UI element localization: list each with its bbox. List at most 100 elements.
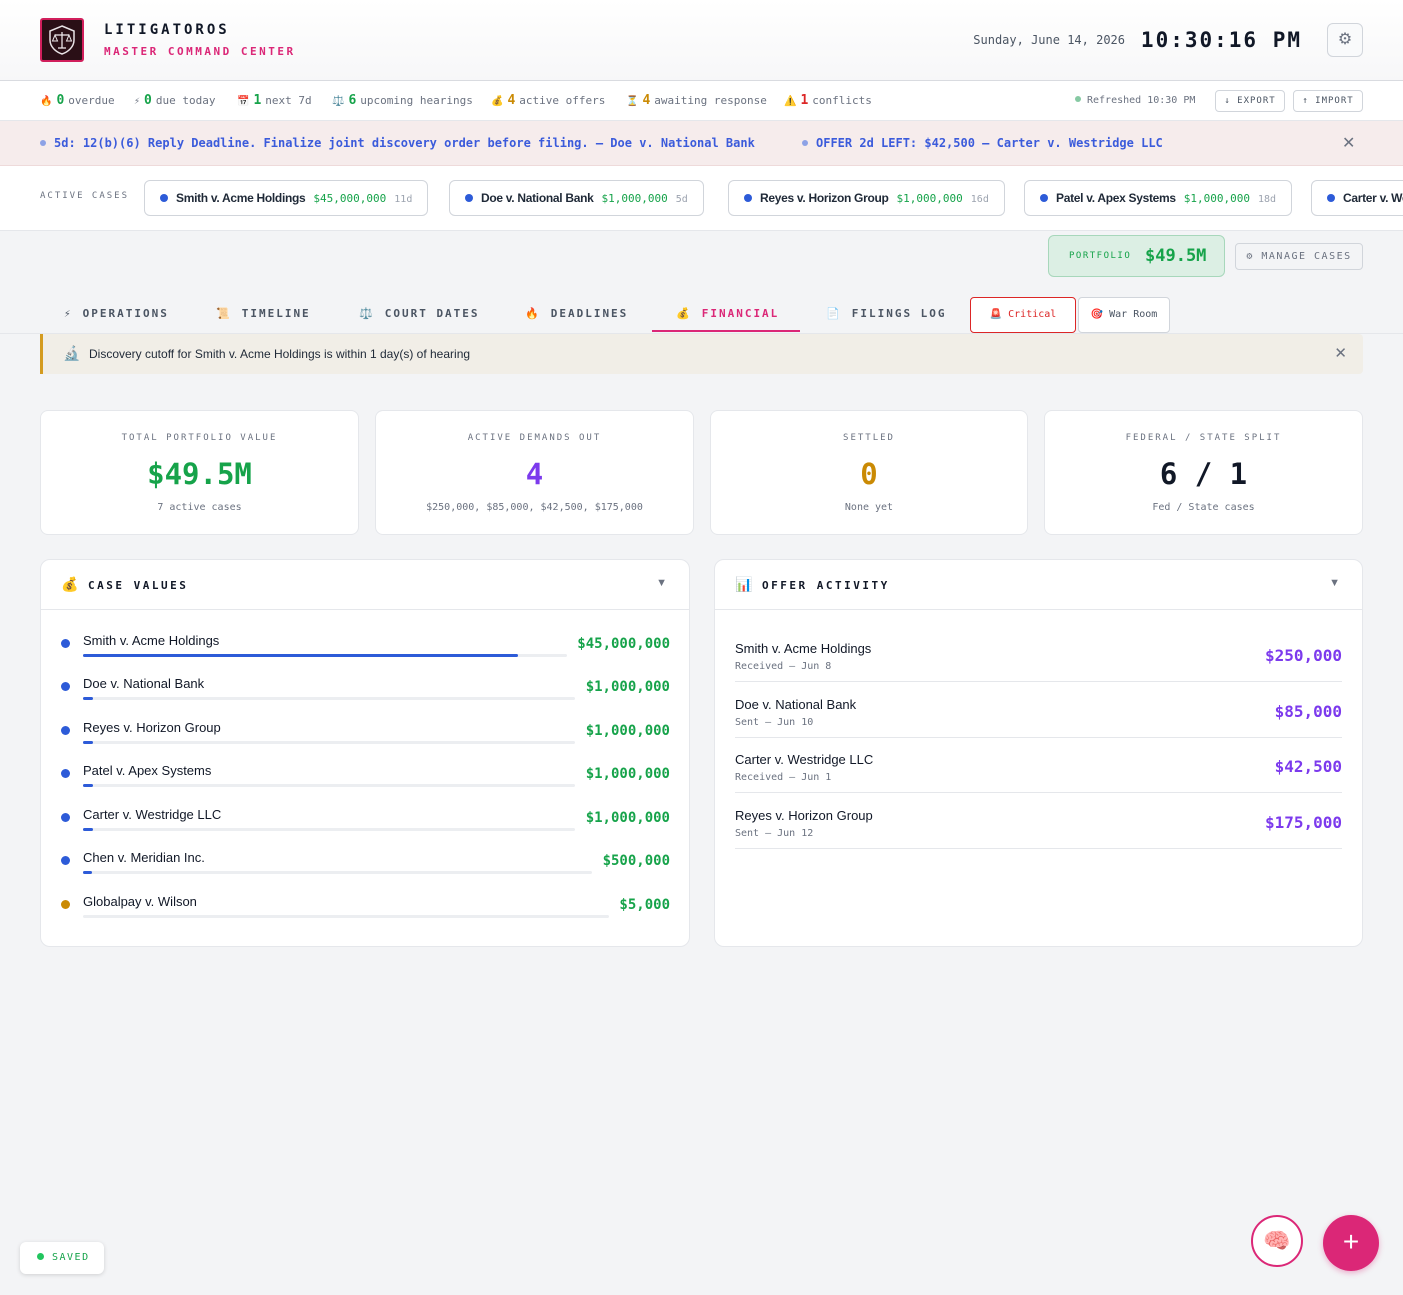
case-value-row[interactable]: Globalpay v. Wilson $5,000 (41, 891, 689, 931)
tab-label: OPERATIONS (82, 307, 169, 320)
case-chip[interactable]: Reyes v. Horizon Group $1,000,000 16d (728, 180, 1005, 216)
stat-item[interactable]: 💰 4 active offers (491, 93, 605, 108)
value-bar-track (83, 784, 575, 787)
brain-icon: 🧠 (1263, 1228, 1291, 1253)
add-button[interactable]: + (1323, 1215, 1379, 1271)
case-dot (61, 726, 70, 735)
case-chip[interactable]: Smith v. Acme Holdings $45,000,000 11d (144, 180, 429, 216)
kpi-card: FEDERAL / STATE SPLIT 6 / 1 Fed / State ca… (1044, 410, 1363, 535)
case-days: 16d (970, 194, 989, 205)
offer-case-name: Doe v. National Bank (735, 696, 857, 712)
chevron-down-icon[interactable]: ▼ (1329, 577, 1340, 589)
value-bar-track (83, 697, 575, 700)
refresh-status: Refreshed 10:30 PM (1075, 95, 1195, 106)
tab-deadlines[interactable]: 🔥 DEADLINES (525, 307, 628, 320)
case-dot (61, 900, 70, 909)
case-value-row[interactable]: Carter v. Westridge LLC $1,000,000 (41, 804, 689, 844)
tab-label: COURT DATES (384, 307, 480, 320)
ai-assistant-button[interactable]: 🧠 (1251, 1215, 1303, 1267)
case-values-header[interactable]: 💰 CASE VALUES ▼ (41, 560, 689, 610)
kpi-card: SETTLED 0 None yet (710, 410, 1028, 535)
case-name: Doe v. National Bank (481, 191, 594, 205)
case-amount: $1,000,000 (585, 679, 670, 695)
stat-item[interactable]: ⚠️ 1 conflicts (784, 93, 872, 108)
stat-item[interactable]: ⏳ 4 awaiting response (626, 93, 767, 108)
offer-row[interactable]: Carter v. Westridge LLC Received — Jun 1 $… (735, 737, 1342, 793)
case-chip[interactable]: Carter v. Westridge LLC$1,000,000 (1311, 180, 1403, 216)
tab-icon: 📄 (826, 307, 842, 320)
money-bag-icon: 💰 (61, 576, 79, 592)
ticker-text: OFFER 2d LEFT: $42,500 — Carter v. Westr… (816, 136, 1163, 150)
tab-court-dates[interactable]: ⚖️ COURT DATES (359, 307, 480, 320)
tab-icon: 🔥 (525, 307, 541, 320)
case-chip[interactable]: Patel v. Apex Systems $1,000,000 18d (1024, 180, 1293, 216)
offer-meta: Received — Jun 1 (735, 772, 832, 783)
ticker-close-icon[interactable]: ✕ (1342, 133, 1355, 153)
stat-icon: ⚠️ (784, 96, 797, 107)
offer-activity-header[interactable]: 📊 OFFER ACTIVITY ▼ (715, 560, 1362, 610)
case-days: 18d (1258, 194, 1277, 205)
value-bar-track (83, 828, 575, 831)
war-room-button[interactable]: 🎯 War Room (1078, 297, 1170, 333)
export-button[interactable]: ↓ EXPORT (1215, 90, 1285, 112)
ticker-item[interactable]: 5d: 12(b)(6) Reply Deadline. Finalize jo… (40, 136, 755, 150)
import-button[interactable]: ↑ IMPORT (1293, 90, 1363, 112)
offer-row[interactable]: Reyes v. Horizon Group Sent — Jun 12 $175,… (735, 793, 1342, 849)
offer-amount: $175,000 (1264, 812, 1342, 832)
case-value-row[interactable]: Doe v. National Bank $1,000,000 (41, 673, 689, 713)
case-dot (61, 639, 70, 648)
stat-value: 1 (800, 93, 809, 108)
stat-label: active offers (519, 94, 606, 107)
tab-operations[interactable]: ⚡ OPERATIONS (64, 307, 169, 320)
stat-item[interactable]: ⚡ 0 due today (134, 93, 215, 108)
stat-icon: ⏳ (626, 96, 639, 107)
tab-timeline[interactable]: 📜 TIMELINE (216, 307, 311, 320)
tab-label: TIMELINE (241, 307, 311, 320)
value-bar-fill (83, 871, 92, 874)
stat-item[interactable]: ⚖️ 6 upcoming hearings (332, 93, 473, 108)
manage-cases-button[interactable]: ⚙ MANAGE CASES (1235, 243, 1363, 270)
chevron-down-icon[interactable]: ▼ (656, 577, 667, 589)
current-date: Sunday, June 14, 2026 (973, 33, 1125, 47)
stat-icon: 🔥 (40, 96, 53, 107)
stat-value: 6 (348, 93, 357, 108)
case-chip[interactable]: Doe v. National Bank $1,000,000 5d (449, 180, 704, 216)
tab-filings-log[interactable]: 📄 FILINGS LOG (826, 307, 947, 320)
alert-close-icon[interactable]: ✕ (1334, 344, 1347, 362)
critical-button[interactable]: 🚨 Critical (970, 297, 1076, 333)
kpi-label: TOTAL PORTFOLIO VALUE (121, 433, 278, 443)
case-amount: $45,000,000 (577, 636, 670, 652)
case-name: Patel v. Apex Systems (1056, 191, 1176, 205)
kpi-value: 6 / 1 (1159, 457, 1248, 491)
case-value-row[interactable]: Patel v. Apex Systems $1,000,000 (41, 760, 689, 800)
stat-item[interactable]: 📅 1 next 7d (237, 93, 312, 108)
case-name: Carter v. Westridge LLC (83, 807, 222, 822)
case-values-panel: 💰 CASE VALUES ▼ Smith v. Acme Holdings $4… (40, 559, 690, 947)
gear-icon: ⚙ (1337, 31, 1353, 48)
case-value-row[interactable]: Chen v. Meridian Inc. $500,000 (41, 847, 689, 887)
stats-bar: 🔥 0 overdue ⚡ 0 due today 📅 1 next 7d ⚖️ 6 upcoming… (0, 81, 1403, 121)
offer-row[interactable]: Smith v. Acme Holdings Received — Jun 8 $2… (735, 626, 1342, 682)
case-dot (61, 813, 70, 822)
offer-row[interactable]: Doe v. National Bank Sent — Jun 10 $85,000 (735, 682, 1342, 738)
ticker-dot (40, 140, 46, 146)
case-name: Reyes v. Horizon Group (83, 720, 221, 735)
case-dot (61, 682, 70, 691)
case-amount: $500,000 (602, 853, 670, 869)
case-value-row[interactable]: Smith v. Acme Holdings $45,000,000 (41, 630, 689, 670)
stat-value: 4 (507, 93, 516, 108)
tab-financial[interactable]: 💰 FINANCIAL (676, 307, 779, 320)
refresh-label: Refreshed 10:30 PM (1087, 95, 1196, 106)
stat-item[interactable]: 🔥 0 overdue (40, 93, 115, 108)
case-dot (61, 856, 70, 865)
value-bar-track (83, 741, 575, 744)
app-header: LITIGATOROS MASTER COMMAND CENTER Sunday… (0, 0, 1403, 81)
bar-chart-icon: 📊 (735, 576, 753, 592)
discovery-alert: 🔬 Discovery cutoff for Smith v. Acme Hol… (40, 334, 1363, 374)
stat-icon: ⚡ (134, 96, 141, 107)
settings-button[interactable]: ⚙ (1327, 23, 1363, 57)
ticker-item[interactable]: OFFER 2d LEFT: $42,500 — Carter v. Westr… (802, 136, 1163, 150)
kpi-card: TOTAL PORTFOLIO VALUE $49.5M 7 active case… (40, 410, 359, 535)
case-value-row[interactable]: Reyes v. Horizon Group $1,000,000 (41, 717, 689, 757)
kpi-value: 0 (860, 457, 878, 491)
